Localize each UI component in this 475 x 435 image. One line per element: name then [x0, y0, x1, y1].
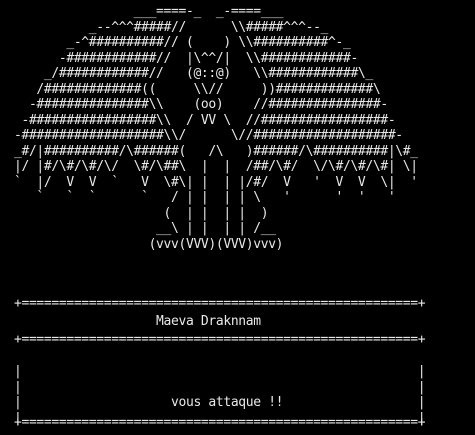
art-line: (vvv(VVV)(VVV)vvv) — [14, 236, 284, 252]
art-line: ( | | | | ) — [14, 205, 269, 221]
art-line: _--^^^#####// \\#####^^^--_ — [14, 19, 329, 35]
enemy-name: Maeva Draknnam — [14, 314, 261, 329]
art-line: __\ | | | | /__ — [14, 221, 276, 236]
art-line: ___====-_ _-====___ — [14, 4, 284, 19]
message-bottom-border: +=======================================… — [14, 415, 426, 430]
art-line: _/############// (@::@) \\############\_ — [14, 66, 373, 81]
art-line: -###############\\ (oo) //##############… — [14, 97, 388, 112]
art-line: /#############(( \\// ))#############\ — [14, 81, 381, 97]
message-line: | | — [14, 364, 426, 379]
art-line: _#/|##########/\######( /\ )######/\####… — [14, 143, 418, 159]
banner-top-border: +=======================================… — [14, 296, 426, 311]
art-line: -#################\\ / VV \ //##########… — [14, 112, 396, 128]
art-line: _-^##########// ( ) \\##########^-_ — [14, 35, 351, 50]
art-line: -############// |\^^/| \\############- — [14, 50, 358, 66]
art-line: ` ` ` ` / | | | | \ ' ' ' ' — [14, 190, 396, 205]
message-line: | | — [14, 379, 426, 395]
dragon-ascii-art: ___====-_ _-====___ _--^^^#####// \\####… — [14, 4, 418, 252]
terminal-screen: ___====-_ _-====___ _--^^^#####// \\####… — [0, 0, 475, 435]
art-line: ` |/ V V ` V \#\| | | |/#/ V ' V V \| ' — [14, 174, 418, 190]
attack-message: | vous attaque !! | — [14, 395, 426, 410]
banner-bottom-border: +=======================================… — [14, 332, 426, 347]
art-line: |/ |#/\#/\#/\/ \#/\##\ | | /##/\#/ \/\#/… — [14, 159, 418, 174]
art-line: -###################\\/ \//#############… — [14, 128, 403, 143]
